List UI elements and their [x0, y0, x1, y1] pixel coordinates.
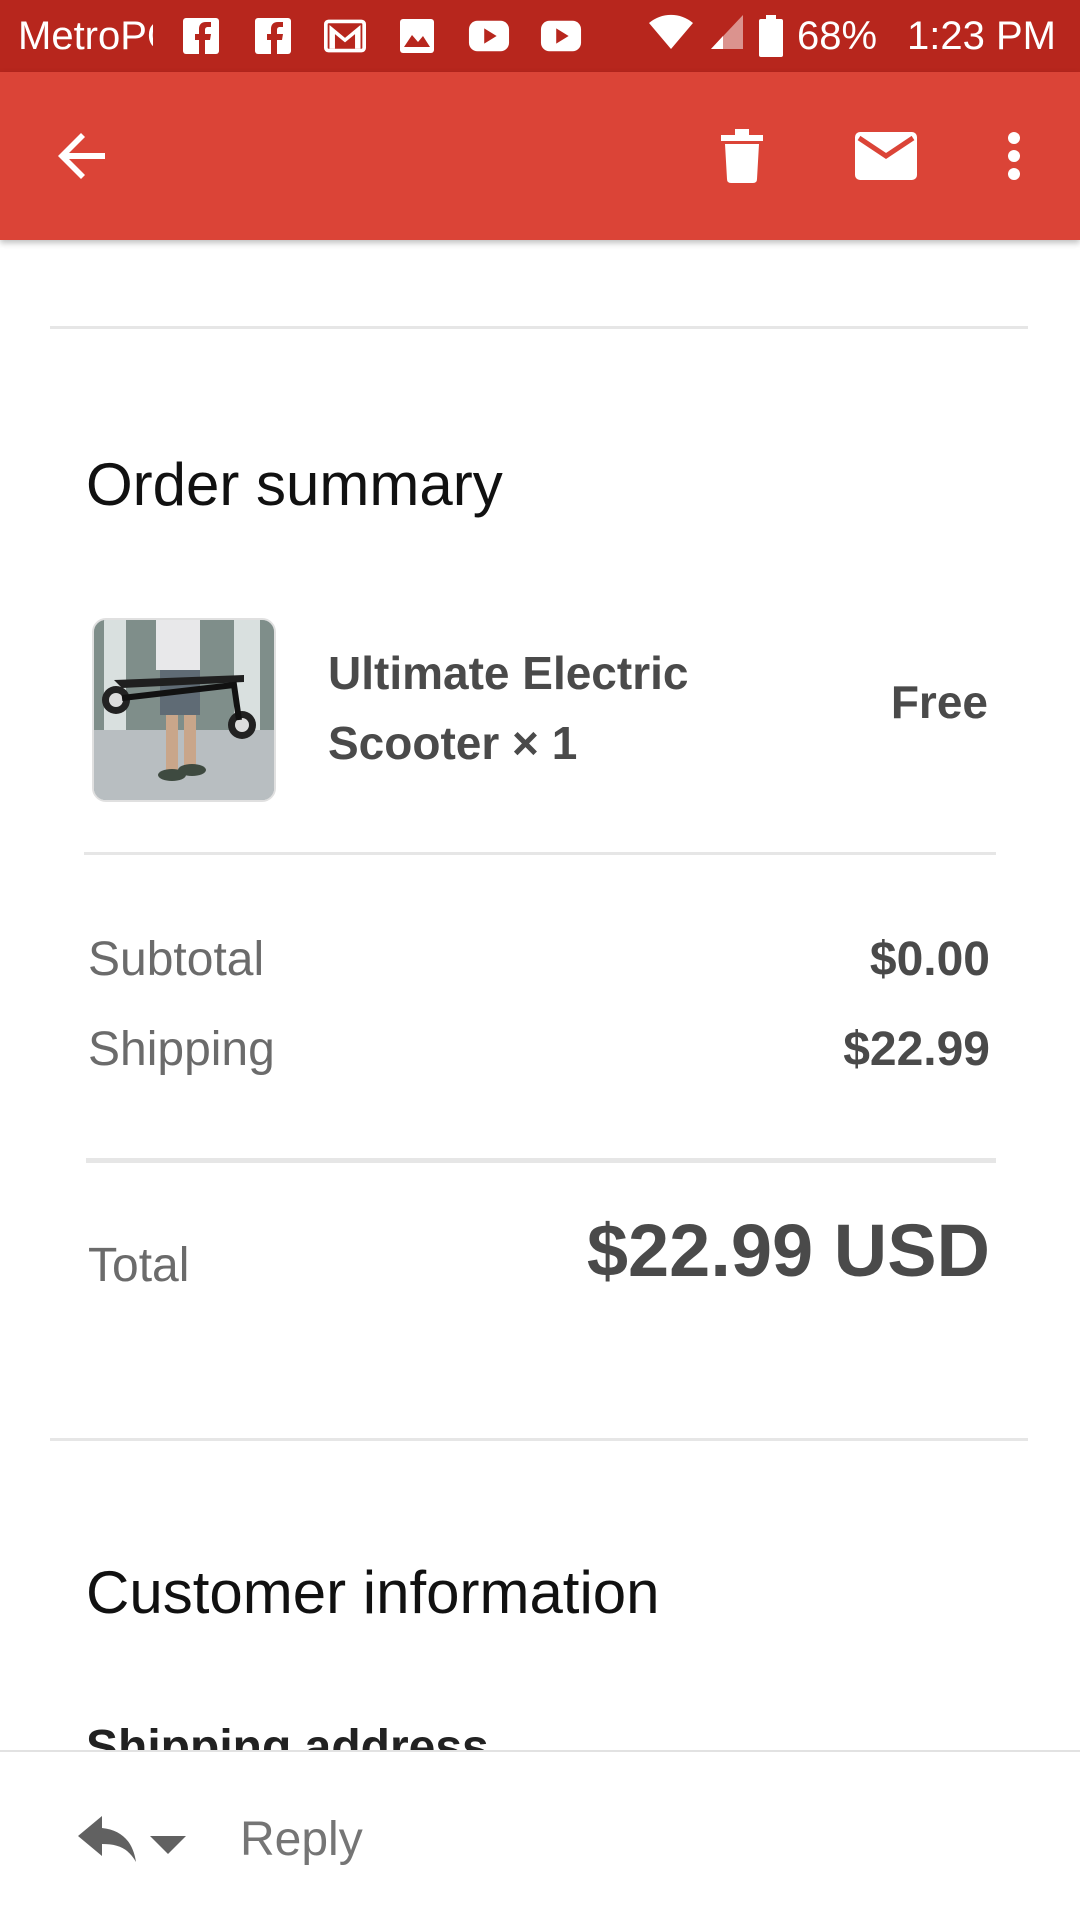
- mail-icon: [855, 132, 917, 180]
- more-options-button[interactable]: [966, 108, 1062, 204]
- divider: [84, 852, 996, 855]
- facebook-icon: [180, 15, 222, 57]
- delete-button[interactable]: [694, 108, 790, 204]
- back-button[interactable]: [34, 108, 130, 204]
- carrier-name: MetroPCS: [18, 14, 153, 58]
- notification-icons: [180, 12, 582, 60]
- reply-icon: [78, 1816, 136, 1862]
- scooter-photo: [94, 620, 274, 800]
- battery-percent: 68%: [796, 13, 878, 58]
- reply-label[interactable]: Reply: [240, 1812, 363, 1867]
- item-name: Ultimate Electric Scooter × 1: [328, 647, 689, 769]
- product-image: [92, 618, 276, 802]
- youtube-icon: [540, 15, 582, 57]
- total-value: $22.99 USD: [586, 1209, 990, 1292]
- customer-info-title: Customer information: [86, 1559, 660, 1626]
- status-right: 68% 1:23 PM: [647, 12, 1056, 60]
- delete-icon: [721, 129, 763, 183]
- signal-icon: [709, 11, 745, 61]
- shipping-label: Shipping: [88, 1023, 275, 1076]
- shipping-address-label: Shipping address: [86, 1721, 489, 1750]
- clock: 1:23 PM: [907, 13, 1056, 58]
- image-icon: [396, 15, 438, 57]
- gmail-icon: [324, 15, 366, 57]
- item-price: Free: [890, 676, 988, 728]
- shipping-value: $22.99: [843, 1023, 990, 1076]
- battery-icon: [758, 15, 783, 57]
- youtube-icon: [468, 15, 510, 57]
- facebook-icon: [252, 15, 294, 57]
- reply-bar: Reply: [0, 1750, 1080, 1922]
- email-body[interactable]: Order summary Ultimate Electric Scooter …: [0, 240, 1080, 1750]
- total-label: Total: [88, 1239, 190, 1292]
- more-vert-icon: [1008, 132, 1020, 180]
- mark-unread-button[interactable]: [838, 108, 934, 204]
- divider: [50, 326, 1028, 329]
- order-summary-title: Order summary: [86, 451, 503, 518]
- subtotal-value: $0.00: [869, 933, 990, 986]
- divider: [86, 1158, 996, 1163]
- reply-button[interactable]: [78, 1814, 138, 1864]
- chevron-down-icon: [150, 1836, 186, 1854]
- wifi-icon: [647, 11, 695, 61]
- back-arrow-icon: [58, 133, 105, 179]
- reply-options-button[interactable]: [150, 1832, 186, 1856]
- subtotal-label: Subtotal: [88, 933, 265, 986]
- app-bar: [0, 72, 1080, 240]
- status-bar: MetroPCS 68% 1:23 PM: [0, 0, 1080, 72]
- divider: [50, 1438, 1028, 1441]
